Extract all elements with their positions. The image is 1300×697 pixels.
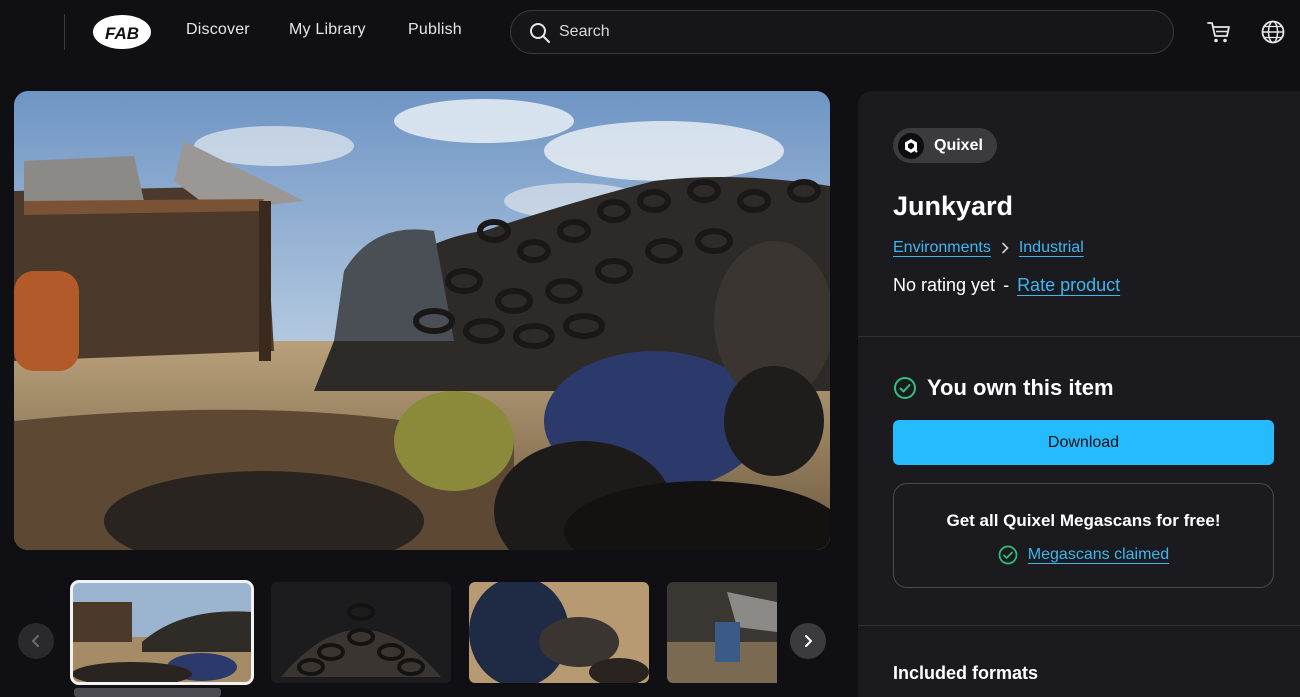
thumbnail-1[interactable] (70, 580, 254, 685)
hero-image[interactable] (14, 91, 830, 550)
search-icon (530, 23, 550, 43)
thumbnail-4[interactable] (667, 582, 777, 683)
megascans-claimed-link[interactable]: Megascans claimed (1028, 546, 1169, 564)
thumbnail-3[interactable] (469, 582, 649, 683)
chevron-right-icon (805, 635, 812, 647)
nav-my-library[interactable]: My Library (289, 21, 366, 39)
svg-text:FAB: FAB (105, 24, 139, 43)
top-navigation-bar: FAB Discover My Library Publish (0, 0, 1300, 64)
rate-product-link[interactable]: Rate product (1017, 275, 1120, 296)
megascans-promo-card: Get all Quixel Megascans for free! Megas… (893, 483, 1274, 588)
thumbnail-prev-button[interactable] (18, 623, 54, 659)
thumbnail-scrollbar[interactable] (74, 688, 221, 697)
check-circle-icon (998, 545, 1018, 565)
chevron-left-icon (32, 635, 39, 647)
included-formats-heading: Included formats (893, 663, 1039, 683)
promo-title: Get all Quixel Megascans for free! (946, 511, 1221, 530)
promo-status-row: Megascans claimed (894, 545, 1273, 565)
thumbnail-image (271, 582, 451, 683)
junkyard-scene-image (14, 91, 830, 550)
thumbnail-next-button[interactable] (790, 623, 826, 659)
fab-logo[interactable]: FAB (92, 14, 152, 50)
product-details-panel: Quixel Junkyard Environments Industrial … (858, 91, 1300, 697)
rating-separator: - (1003, 275, 1010, 295)
thumbnail-image (72, 582, 252, 683)
thumbnail-2[interactable] (271, 582, 451, 683)
product-title: Junkyard (893, 191, 1014, 221)
nav-publish[interactable]: Publish (408, 21, 462, 39)
rating-row: No rating yet - Rate product (893, 275, 1120, 296)
nav-discover[interactable]: Discover (186, 21, 250, 39)
breadcrumb-industrial[interactable]: Industrial (1019, 239, 1084, 257)
section-divider (858, 336, 1300, 337)
thumbnail-image (469, 582, 649, 683)
thumbnail-strip (14, 578, 830, 688)
publisher-name: Quixel (934, 136, 983, 154)
rating-text: No rating yet (893, 275, 996, 295)
globe-icon[interactable] (1260, 19, 1286, 45)
chevron-right-icon (1002, 242, 1009, 254)
search-bar[interactable] (510, 10, 1174, 54)
thumbnail-image (667, 582, 777, 683)
ownership-status: You own this item (893, 375, 1114, 401)
publisher-chip[interactable]: Quixel (893, 128, 997, 163)
quixel-logo-icon (898, 132, 924, 159)
download-button[interactable]: Download (893, 420, 1274, 465)
ownership-text: You own this item (927, 375, 1114, 400)
breadcrumb-environments[interactable]: Environments (893, 239, 991, 257)
breadcrumb: Environments Industrial (893, 239, 1084, 257)
nav-divider (64, 14, 65, 50)
search-input[interactable] (559, 19, 1159, 45)
cart-icon[interactable] (1206, 19, 1232, 45)
check-circle-icon (894, 377, 916, 399)
section-divider (858, 625, 1300, 626)
